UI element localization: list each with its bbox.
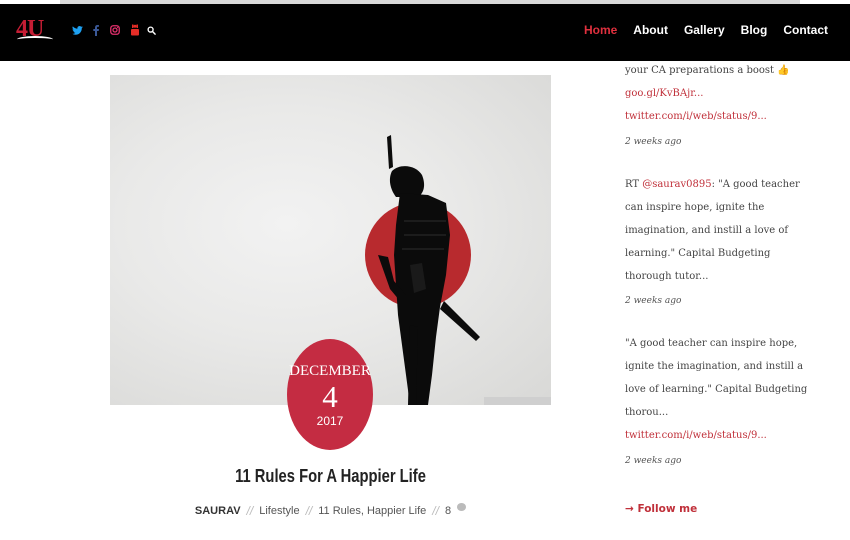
- youtube-icon[interactable]: [129, 22, 141, 38]
- search-icon[interactable]: [145, 22, 157, 38]
- tweet-text-rest: : "A good teacher: [711, 179, 800, 190]
- tweet-time: 2 weeks ago: [625, 137, 682, 147]
- site-logo[interactable]: 4U: [16, 16, 54, 48]
- nav-about[interactable]: About: [633, 22, 668, 38]
- tweet-mention[interactable]: @saurav0895: [642, 179, 711, 190]
- tweet-time: 2 weeks ago: [625, 456, 682, 466]
- post-title[interactable]: 11 Rules For A Happier Life: [150, 466, 512, 487]
- follow-me-link[interactable]: → Follow me: [625, 502, 697, 516]
- tweet-text: "A good teacher can inspire hope,: [625, 338, 798, 349]
- post-meta: SAURAV // Lifestyle // 11 Rules, Happier…: [110, 503, 551, 518]
- date-year: 2017: [316, 414, 344, 428]
- tweet-text: imagination, and instill a love of: [625, 225, 789, 236]
- comment-icon: [457, 503, 467, 511]
- twitter-icon[interactable]: [71, 22, 83, 38]
- site-header: 4U Home About Gallery Blog Contact: [0, 4, 850, 61]
- instagram-icon[interactable]: [109, 22, 121, 38]
- post-date-badge: DECEMBER 4 2017: [287, 339, 373, 450]
- logo-swoosh: [17, 36, 53, 43]
- tweet-text: RT @saurav0895: "A good teacher: [625, 178, 800, 192]
- image-caption-bar: [484, 397, 551, 405]
- meta-separator: //: [305, 504, 313, 518]
- tweet-text: can inspire hope, ignite the: [625, 202, 765, 213]
- tweet-text: learning." Capital Budgeting: [625, 248, 771, 259]
- tweet-link[interactable]: twitter.com/i/web/status/9...: [625, 429, 767, 443]
- tweet-text: thorou...: [625, 407, 669, 418]
- post-category[interactable]: Lifestyle: [259, 505, 299, 517]
- tweet-time: 2 weeks ago: [625, 296, 682, 306]
- tweet-text: love of learning." Capital Budgeting: [625, 384, 808, 395]
- nav-gallery[interactable]: Gallery: [684, 22, 725, 38]
- tweet-text: your CA preparations a boost 👍: [625, 65, 790, 76]
- facebook-icon[interactable]: [91, 22, 101, 38]
- date-month: DECEMBER: [289, 363, 371, 379]
- tweet-link[interactable]: twitter.com/i/web/status/9...: [625, 110, 767, 124]
- comment-count[interactable]: 8: [445, 505, 451, 517]
- nav-contact[interactable]: Contact: [783, 22, 828, 38]
- post-author[interactable]: SAURAV: [195, 505, 241, 517]
- meta-separator: //: [246, 504, 254, 518]
- tweet-text: thorough tutor...: [625, 271, 709, 282]
- nav-home[interactable]: Home: [584, 22, 617, 38]
- date-day: 4: [322, 379, 338, 414]
- post-tags[interactable]: 11 Rules, Happier Life: [318, 505, 426, 517]
- main-nav: Home About Gallery Blog Contact: [584, 22, 828, 38]
- meta-separator: //: [432, 504, 439, 518]
- retweet-prefix: RT: [625, 179, 643, 190]
- nav-blog[interactable]: Blog: [741, 22, 768, 38]
- tweet-text: ignite the imagination, and instill a: [625, 361, 804, 372]
- tweet-link[interactable]: goo.gl/KvBAjr...: [625, 87, 703, 101]
